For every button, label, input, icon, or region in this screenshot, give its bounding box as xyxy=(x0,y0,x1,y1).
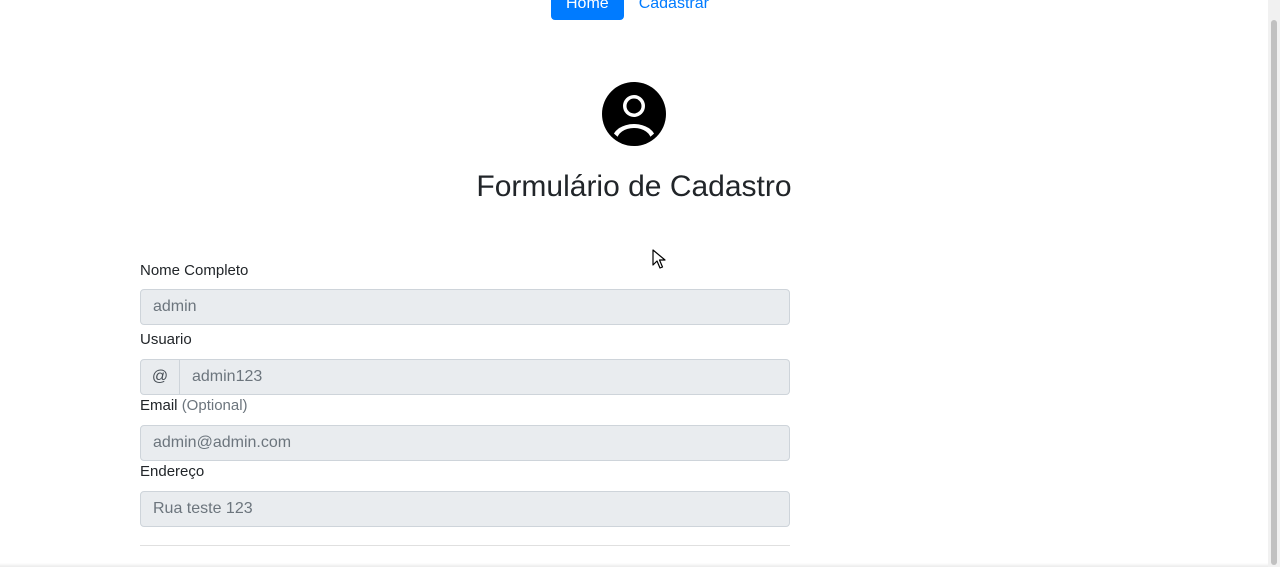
nav-cadastrar[interactable]: Cadastrar xyxy=(624,0,724,20)
email-input[interactable]: admin@admin.com xyxy=(140,425,790,461)
endereco-input[interactable]: Rua teste 123 xyxy=(140,491,790,527)
email-label-text: Email xyxy=(140,397,178,414)
usuario-label: Usuario xyxy=(140,329,790,351)
divider xyxy=(140,545,790,546)
page: Home Cadastrar Formulário de Cadastro No… xyxy=(0,0,1280,567)
endereco-label-text: Endereço xyxy=(140,463,205,480)
vertical-scrollbar[interactable] xyxy=(1268,0,1280,567)
usuario-input[interactable]: admin123 xyxy=(180,359,790,395)
at-prefix: @ xyxy=(140,359,180,395)
nome-input[interactable]: admin xyxy=(140,289,790,325)
nav-home[interactable]: Home xyxy=(551,0,624,20)
bottom-shadow xyxy=(0,563,1268,567)
email-optional-hint: (Optional) xyxy=(181,397,248,414)
nome-label-text: Nome Completo xyxy=(140,262,249,279)
user-circle-icon xyxy=(602,82,666,146)
top-nav: Home Cadastrar xyxy=(551,0,724,20)
endereco-label: Endereço xyxy=(140,461,790,483)
usuario-input-group: @ admin123 xyxy=(140,359,790,395)
page-title: Formulário de Cadastro xyxy=(476,170,792,203)
register-form: Nome Completo admin Usuario @ admin123 E… xyxy=(140,260,790,527)
nome-label: Nome Completo xyxy=(140,260,790,282)
email-label: Email (Optional) xyxy=(140,395,790,417)
scrollbar-thumb[interactable] xyxy=(1271,20,1277,565)
usuario-label-text: Usuario xyxy=(140,331,192,348)
